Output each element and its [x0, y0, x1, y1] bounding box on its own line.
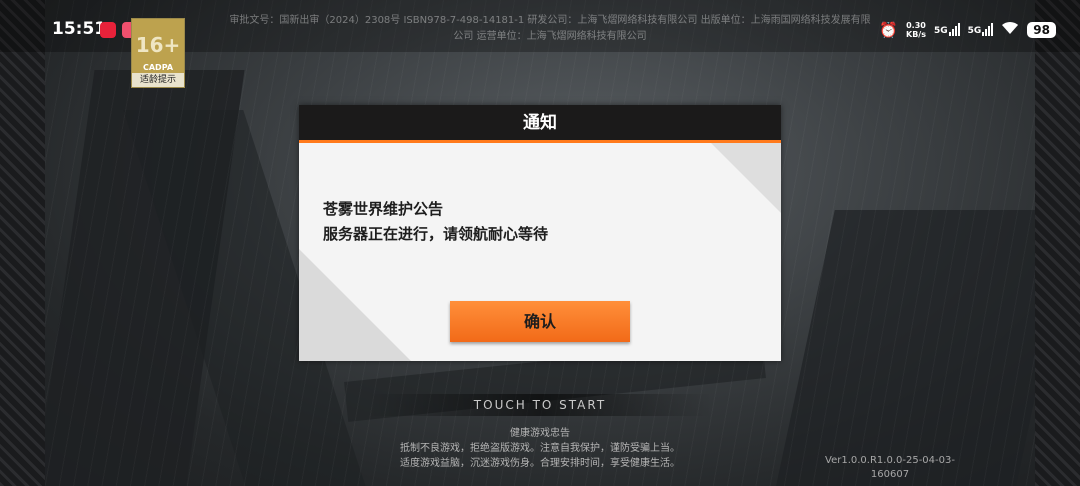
- health-advisory-title: 健康游戏忠告: [510, 428, 570, 439]
- dialog-message-line: 苍雾世界维护公告: [323, 200, 444, 218]
- dialog-corner-decoration: [299, 249, 411, 361]
- network-speed-unit: KB/s: [906, 29, 926, 39]
- notification-app-icon: [100, 22, 116, 38]
- age-rating-org: CADPA: [142, 63, 174, 72]
- legal-notice-line: 审批文号：国新出审（2024）2308号 ISBN978-7-498-14181…: [229, 15, 871, 26]
- legal-notice: 审批文号：国新出审（2024）2308号 ISBN978-7-498-14181…: [195, 13, 905, 45]
- clock: 15:51: [52, 19, 107, 39]
- age-rating-badge[interactable]: 16+ CADPA 适龄提示: [131, 18, 185, 88]
- health-advisory-line: 抵制不良游戏，拒绝盗版游戏。注意自我保护，谨防受骗上当。: [400, 443, 680, 454]
- network-speed: 0.30 KB/s: [906, 21, 926, 39]
- dialog-corner-decoration: [711, 143, 781, 213]
- right-decor-pattern: [1035, 0, 1080, 486]
- signal-bars-icon: [982, 23, 994, 36]
- status-icons: ⏰ 0.30 KB/s 5G 5G 98: [879, 20, 1056, 39]
- dialog-message: 苍雾世界维护公告 服务器正在进行，请领航耐心等待: [323, 197, 548, 247]
- alarm-icon: ⏰: [879, 20, 898, 39]
- signal-sim2: 5G: [968, 23, 994, 36]
- network-type-label: 5G: [933, 26, 948, 36]
- network-type-label: 5G: [967, 26, 982, 36]
- signal-bars-icon: [948, 23, 960, 36]
- age-rating-number: 16+: [135, 33, 181, 57]
- signal-sim1: 5G: [934, 23, 960, 36]
- left-decor-pattern: [0, 0, 45, 486]
- version-line: Ver1.0.0.R1.0.0-25-04-03-: [825, 455, 955, 466]
- version-line: 160607: [870, 469, 910, 480]
- age-rating-label: 适龄提示: [132, 73, 184, 87]
- confirm-button[interactable]: 确认: [450, 301, 630, 342]
- wifi-icon: [1001, 20, 1019, 39]
- health-advisory-line: 适度游戏益脑，沉迷游戏伤身。合理安排时间，享受健康生活。: [400, 458, 680, 469]
- battery-indicator: 98: [1027, 21, 1056, 38]
- health-advisory: 健康游戏忠告 抵制不良游戏，拒绝盗版游戏。注意自我保护，谨防受骗上当。 适度游戏…: [340, 426, 740, 471]
- version-label: Ver1.0.0.R1.0.0-25-04-03- 160607: [810, 454, 970, 482]
- notice-dialog: 通知 苍雾世界维护公告 服务器正在进行，请领航耐心等待 确认: [299, 105, 781, 361]
- network-speed-value: 0.30: [906, 20, 926, 30]
- touch-to-start-prompt[interactable]: TOUCH TO START: [368, 394, 712, 416]
- dialog-message-line: 服务器正在进行，请领航耐心等待: [323, 225, 549, 243]
- dialog-title: 通知: [299, 105, 781, 143]
- legal-notice-line: 公司 运营单位：上海飞熠网络科技有限公司: [453, 31, 647, 42]
